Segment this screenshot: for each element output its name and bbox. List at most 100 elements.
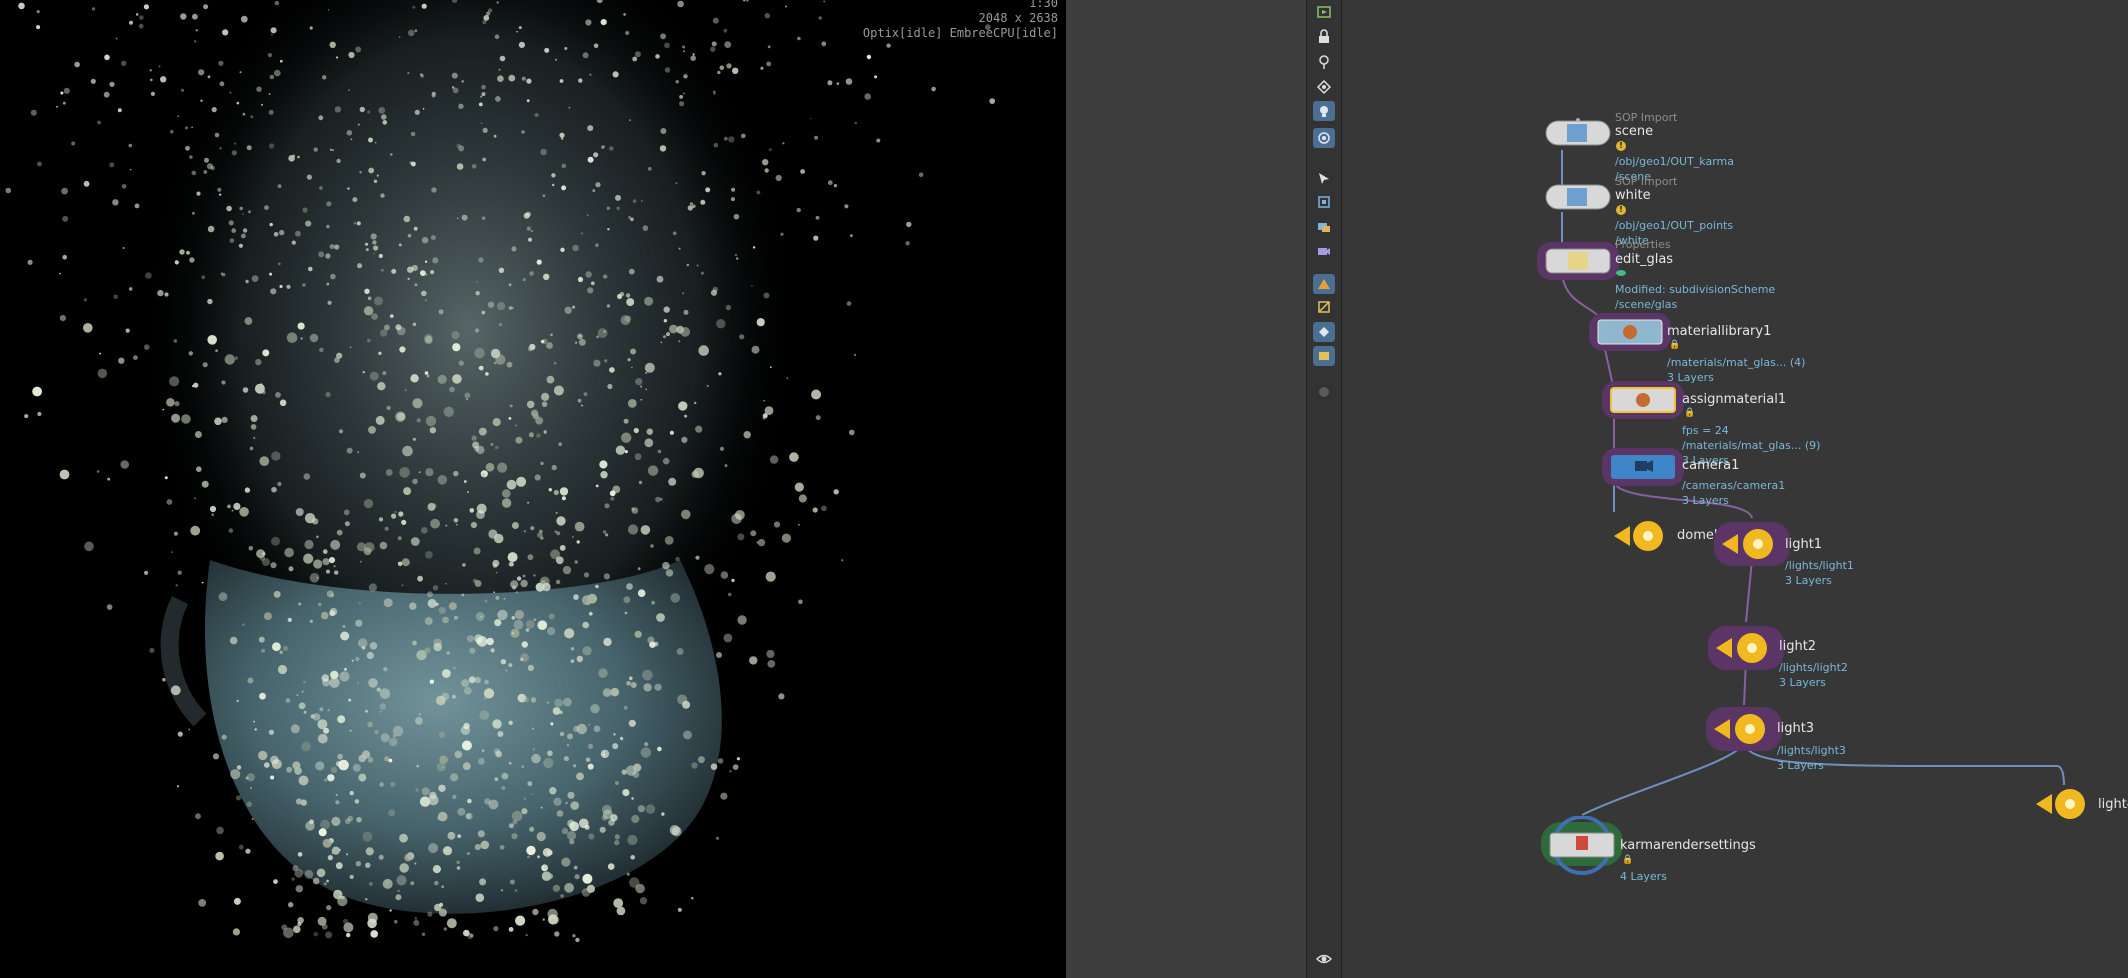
bubble <box>250 787 253 789</box>
bubble <box>762 416 766 420</box>
bubble <box>368 678 378 688</box>
render-viewport[interactable]: 1:30 2048 x 2638 Optix[idle] EmbreeCPU[i… <box>0 0 1066 978</box>
snapshot-icon[interactable] <box>1313 77 1335 97</box>
bubble <box>679 401 688 410</box>
eye-icon[interactable] <box>1313 949 1335 969</box>
bubble <box>495 96 501 102</box>
bubble <box>264 762 270 768</box>
display-icon[interactable] <box>1313 346 1335 366</box>
bubble <box>351 659 354 662</box>
render-icon[interactable] <box>1313 2 1335 22</box>
region-icon[interactable] <box>1313 128 1335 148</box>
bubble <box>569 821 579 832</box>
bubble <box>609 367 615 373</box>
bubble <box>631 507 639 514</box>
select-icon[interactable] <box>1313 297 1335 317</box>
pin-icon[interactable] <box>1313 52 1335 72</box>
bubble <box>318 251 325 258</box>
bubble <box>397 561 403 567</box>
bubble <box>317 602 322 607</box>
bubble <box>511 632 515 635</box>
bubble <box>836 82 840 85</box>
bubble <box>527 554 534 561</box>
bubble <box>451 331 460 340</box>
bubble <box>574 874 580 880</box>
bubble <box>511 833 518 840</box>
bubble <box>695 425 703 433</box>
bubble <box>589 73 592 76</box>
bubble <box>583 392 588 396</box>
bubble <box>527 501 530 504</box>
bubble <box>542 194 546 197</box>
bubble <box>506 479 517 490</box>
bubble <box>347 815 354 822</box>
bubble <box>458 145 465 152</box>
bubble <box>534 113 539 118</box>
network-editor[interactable]: SOP Import scene ! /obj/geo1/OUT_karma/s… <box>1342 0 2128 978</box>
bubble <box>726 63 732 69</box>
bubble <box>637 589 646 597</box>
bubble <box>226 205 232 212</box>
bubble <box>663 319 668 323</box>
bubble <box>624 315 631 322</box>
bubble <box>503 597 506 600</box>
bubble <box>462 563 466 567</box>
bubble <box>185 126 188 130</box>
bubble <box>508 561 514 567</box>
bubble <box>664 536 674 545</box>
lock-icon[interactable] <box>1313 27 1335 47</box>
bubble <box>495 595 500 600</box>
camera-icon[interactable] <box>1313 241 1335 261</box>
bubble <box>602 530 607 534</box>
pick-icon[interactable] <box>1313 168 1335 188</box>
bubble <box>188 351 193 356</box>
bubble <box>317 733 328 744</box>
bubble <box>273 232 279 237</box>
bubble <box>139 15 144 20</box>
bubble <box>61 187 68 195</box>
bubble <box>482 127 488 133</box>
bubble <box>279 284 283 289</box>
bubble <box>312 518 319 525</box>
bubble <box>632 56 638 62</box>
bubble <box>198 69 205 76</box>
stop-icon[interactable] <box>1313 192 1335 212</box>
bubble <box>516 476 527 487</box>
flip-icon[interactable] <box>1313 322 1335 342</box>
bubble <box>479 878 487 886</box>
layers-icon[interactable] <box>1313 217 1335 237</box>
bubble <box>221 380 226 385</box>
bubble <box>691 762 698 769</box>
bubble <box>587 125 594 132</box>
dot-icon[interactable] <box>1313 382 1335 402</box>
bubble <box>63 87 70 94</box>
bubble <box>336 56 339 59</box>
bubble <box>574 560 578 564</box>
bubble <box>553 797 562 806</box>
bubble <box>170 551 173 554</box>
bubble <box>588 611 593 616</box>
bubble <box>424 617 433 626</box>
bubble <box>456 523 458 526</box>
shading-icon[interactable] <box>1313 274 1335 294</box>
bubble <box>552 183 555 187</box>
bubble <box>623 13 626 16</box>
bubble <box>221 734 227 740</box>
bubble <box>476 281 478 283</box>
bubble <box>542 848 552 857</box>
bubble <box>407 266 414 273</box>
bubble <box>18 2 25 10</box>
bubble <box>810 117 812 120</box>
bubble <box>219 193 222 196</box>
bubble <box>228 528 234 533</box>
bubble <box>665 569 674 577</box>
bubble <box>207 335 217 345</box>
bubble <box>500 659 507 665</box>
bubble <box>604 751 610 756</box>
bubble <box>461 740 472 751</box>
bubble <box>716 652 722 658</box>
bubble <box>207 298 213 305</box>
bubble <box>347 187 350 190</box>
light-icon[interactable] <box>1313 101 1335 121</box>
bubble <box>452 694 456 699</box>
